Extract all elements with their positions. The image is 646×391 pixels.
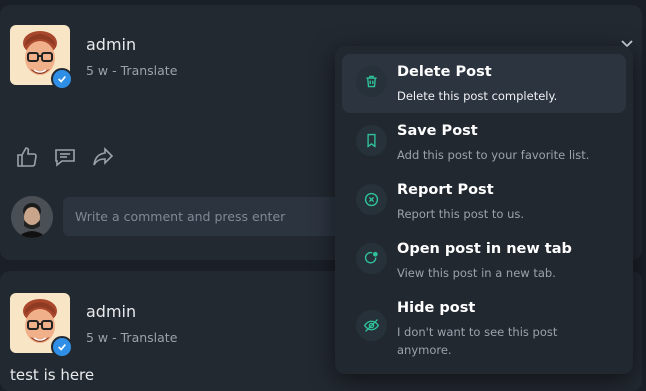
meta-separator: - bbox=[108, 63, 121, 78]
post-text: test is here bbox=[10, 366, 95, 384]
verified-badge-icon bbox=[51, 68, 73, 90]
menu-item-report-post[interactable]: Report Post Report this post to us. bbox=[342, 172, 626, 231]
share-icon[interactable] bbox=[91, 145, 115, 169]
menu-item-delete-post[interactable]: Delete Post Delete this post completely. bbox=[342, 54, 626, 113]
menu-item-hide-post[interactable]: Hide post I don't want to see this post … bbox=[342, 290, 626, 362]
menu-item-title: Delete Post bbox=[397, 64, 492, 80]
post-meta: 5 w - Translate bbox=[86, 63, 177, 78]
comment-field[interactable] bbox=[63, 197, 353, 236]
post-meta: 5 w - Translate bbox=[86, 330, 177, 345]
menu-item-save-post[interactable]: Save Post Add this post to your favorite… bbox=[342, 113, 626, 172]
current-user-avatar bbox=[11, 196, 53, 238]
post-time[interactable]: 5 w bbox=[86, 330, 108, 345]
post-time[interactable]: 5 w bbox=[86, 63, 108, 78]
menu-item-desc: Delete this post completely. bbox=[397, 89, 558, 103]
menu-item-desc: Report this post to us. bbox=[397, 207, 525, 221]
author-name[interactable]: admin bbox=[86, 35, 136, 54]
author-avatar[interactable] bbox=[10, 25, 73, 90]
like-icon[interactable] bbox=[15, 145, 39, 169]
verified-badge-icon bbox=[51, 336, 73, 358]
post-actions bbox=[15, 145, 115, 169]
translate-link[interactable]: Translate bbox=[121, 330, 178, 345]
translate-link[interactable]: Translate bbox=[121, 63, 178, 78]
menu-item-desc: View this post in a new tab. bbox=[397, 266, 556, 280]
open-tab-icon bbox=[356, 243, 387, 274]
eye-off-icon bbox=[356, 310, 387, 341]
trash-icon bbox=[356, 66, 387, 97]
menu-item-desc: I don't want to see this post anymore. bbox=[397, 325, 558, 357]
post-options-menu: Delete Post Delete this post completely.… bbox=[335, 46, 633, 374]
report-icon bbox=[356, 184, 387, 215]
comment-input[interactable] bbox=[63, 197, 353, 236]
menu-item-title: Report Post bbox=[397, 182, 494, 198]
bookmark-icon bbox=[356, 125, 387, 156]
meta-separator: - bbox=[108, 330, 121, 345]
comment-icon[interactable] bbox=[53, 145, 77, 169]
menu-item-title: Save Post bbox=[397, 123, 478, 139]
author-avatar[interactable] bbox=[10, 293, 73, 358]
menu-item-title: Hide post bbox=[397, 300, 476, 316]
menu-item-open-new-tab[interactable]: Open post in new tab View this post in a… bbox=[342, 231, 626, 290]
menu-item-title: Open post in new tab bbox=[397, 241, 572, 257]
menu-item-desc: Add this post to your favorite list. bbox=[397, 148, 590, 162]
author-name[interactable]: admin bbox=[86, 302, 136, 321]
